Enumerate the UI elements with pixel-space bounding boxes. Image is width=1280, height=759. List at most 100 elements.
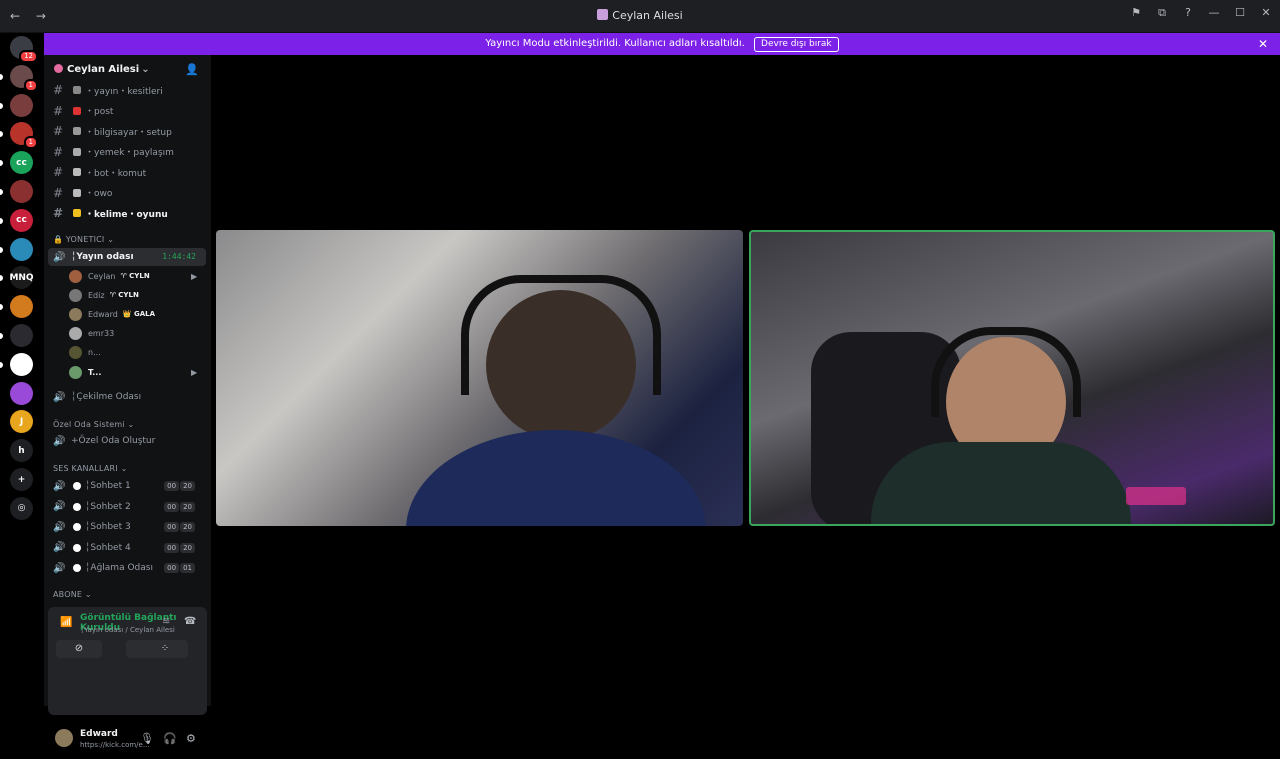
signal-icon[interactable]: 📶 [60, 617, 72, 628]
window-title: Ceylan Ailesi [0, 9, 1280, 22]
report-icon[interactable]: ⚑ [1130, 6, 1142, 20]
connection-channel[interactable]: ╎Yayın odası / Ceylan Ailesi [80, 626, 175, 634]
server-icon[interactable] [10, 381, 33, 405]
chat-bubble-icon [73, 543, 81, 552]
window-icon[interactable]: ⧉ [1156, 6, 1168, 20]
voice-channel[interactable]: 🔊 ╎Sohbet 2 00 20 [53, 500, 203, 514]
server-icon[interactable] [10, 295, 33, 319]
mention-badge: 1 [23, 78, 38, 92]
server-icon[interactable]: cc [10, 151, 33, 175]
invite-icon[interactable]: 👤 [185, 63, 199, 76]
server-icon[interactable]: h [10, 439, 33, 463]
text-channel[interactable]: # ・bot・komut [53, 165, 146, 179]
text-channel[interactable]: # ・owo [53, 186, 112, 200]
hash-icon: # [53, 124, 64, 138]
unread-pip [0, 131, 3, 138]
server-icon[interactable]: 1 [10, 64, 38, 92]
avatar [69, 365, 82, 379]
hash-icon: # [53, 185, 64, 200]
avatar [69, 269, 82, 283]
category-abone[interactable]: ABONE ⌄ [53, 590, 92, 599]
maximize-icon[interactable]: ☐ [1234, 6, 1246, 20]
speaker-icon: 🔊 [53, 251, 66, 263]
mention-badge: 12 [19, 50, 38, 63]
server-icon[interactable] [10, 93, 33, 117]
close-icon[interactable]: ✕ [1260, 6, 1272, 20]
headphones [461, 275, 661, 395]
help-icon[interactable]: ? [1182, 6, 1194, 20]
mic-icon[interactable]: 🎙 [140, 732, 154, 745]
server-initials [10, 382, 33, 405]
user-count: 00 20 [164, 522, 195, 532]
unread-pip [0, 361, 3, 368]
server-icon[interactable] [10, 352, 33, 376]
text-channel[interactable]: # ・kelime・oyunu [53, 206, 168, 220]
text-channel[interactable]: # ・bilgisayar・setup [53, 124, 172, 138]
headset-icon[interactable]: 🎧 [163, 732, 177, 745]
disconnect-icon[interactable]: ☎ [184, 616, 196, 627]
category-yonetici[interactable]: 🔒 YONETICI ⌄ [53, 235, 114, 244]
channel-emoji-icon [73, 147, 81, 156]
server-icon[interactable]: ◎ [10, 496, 33, 520]
voice-user[interactable]: Edward 👑 GALA [69, 307, 155, 321]
channel-emoji-icon [73, 209, 81, 217]
server-icon[interactable] [10, 180, 33, 203]
avatar[interactable] [55, 729, 73, 747]
chat-bubble-icon [73, 523, 81, 531]
server-icon [54, 64, 63, 73]
chat-bubble-icon [73, 482, 81, 490]
voice-user[interactable]: Ceylan ♈ CYLN ▶ [69, 269, 197, 283]
minimize-icon[interactable]: — [1208, 6, 1220, 20]
unread-pip [0, 160, 3, 167]
server-header[interactable]: Ceylan Ailesi ⌄ [54, 64, 150, 75]
video-tile-2[interactable] [749, 230, 1275, 526]
server-initials [10, 94, 33, 117]
user-count: 00 20 [164, 542, 195, 553]
server-icon[interactable]: cc [10, 208, 33, 232]
server-icon[interactable]: MNQ [9, 266, 34, 290]
camera-icon: ▶ [191, 271, 198, 281]
channel-cekilme[interactable]: 🔊 ╎Çekilme Odası [53, 390, 141, 404]
server-icon[interactable]: 12 [10, 36, 38, 63]
channel-emoji-icon [73, 127, 81, 135]
close-icon[interactable]: ✕ [1258, 33, 1268, 55]
voice-user[interactable]: Ediz ♈ CYLN [69, 288, 139, 302]
voice-channel[interactable]: 🔊 ╎Sohbet 4 00 20 [53, 541, 203, 555]
server-icon[interactable]: 1 [10, 122, 38, 150]
voice-user[interactable]: T... ▶ [69, 365, 197, 379]
category-ozel[interactable]: Özel Oda Sistemi ⌄ [53, 420, 134, 429]
settings-icon[interactable]: ⚙ [186, 732, 196, 745]
server-initials: cc [16, 215, 27, 226]
text-channel[interactable]: # ・yayın・kesitleri [53, 83, 163, 97]
category-ses[interactable]: SES KANALLARI ⌄ [53, 464, 128, 473]
voice-user[interactable]: emr33 [69, 327, 114, 341]
speaker-icon: 🔊 [53, 562, 66, 574]
server-initials: J [19, 416, 24, 427]
hash-icon: # [53, 103, 64, 118]
activities-button[interactable]: ⁘ [142, 640, 188, 658]
server-icon[interactable] [10, 237, 33, 261]
window-tools: ⚑ ⧉? — ☐ ✕ [1130, 6, 1272, 20]
server-icon[interactable]: J [10, 410, 33, 434]
server-icon[interactable] [10, 324, 33, 347]
video-tile-1[interactable] [216, 230, 743, 526]
title-bar: ← → Ceylan Ailesi ⚑ ⧉? — ☐ ✕ [0, 0, 1280, 33]
server-list: 12 1 1 cc cc MNQ Jh + ◎ [0, 33, 44, 720]
speaker-icon: 🔊 [53, 391, 66, 403]
text-channel[interactable]: # ・yemek・paylaşım [53, 145, 174, 159]
channel-ozel-olustur[interactable]: 🔊 + Özel Oda Oluştur [53, 434, 155, 448]
chat-bubble-icon [73, 564, 81, 572]
voice-channel[interactable]: 🔊 ╎Sohbet 3 00 20 [53, 520, 203, 534]
voice-channel[interactable]: 🔊 ╎Ağlama Odası 00 01 [53, 561, 203, 575]
voice-channel[interactable]: 🔊 ╎Sohbet 1 00 20 [53, 479, 203, 493]
disable-streamer-mode-button[interactable]: Devre dışı bırak [754, 37, 839, 52]
avatar [69, 288, 82, 302]
voice-user[interactable]: n... [69, 346, 101, 360]
server-icon[interactable]: + [10, 468, 33, 491]
text-channel[interactable]: # ・post [53, 104, 113, 118]
camera-off-button[interactable]: ⊘ [56, 640, 102, 658]
noise-suppression-icon[interactable]: ≋ [162, 616, 170, 627]
username: Edward [80, 729, 118, 739]
active-voice-channel[interactable]: 🔊 ╎Yayın odası 1:44:42 [48, 248, 206, 266]
speaker-icon: 🔊 [53, 521, 66, 533]
